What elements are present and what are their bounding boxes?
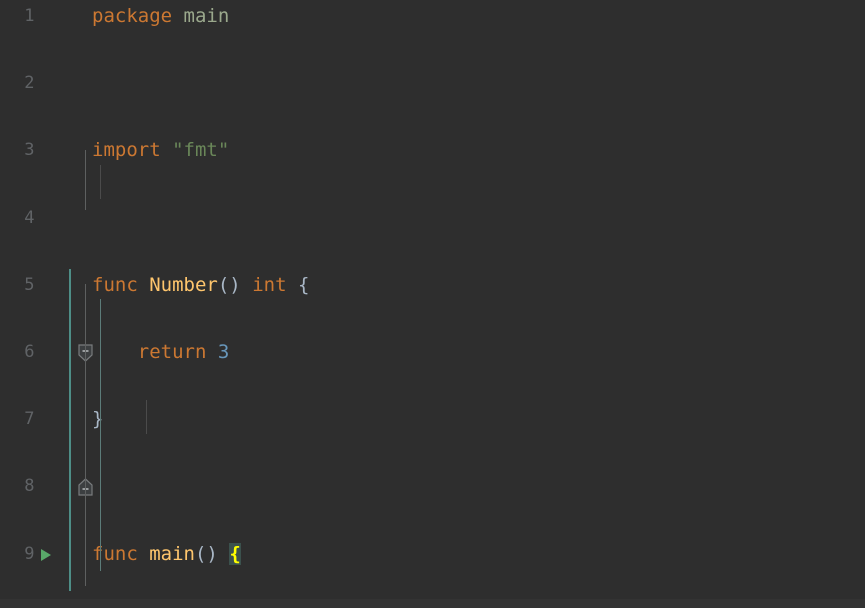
token-brace: }	[92, 408, 104, 431]
editor-line-row[interactable]: 5 func Number() int {	[0, 269, 865, 362]
token-parens: ()	[217, 273, 241, 296]
token-number: 3	[217, 340, 230, 363]
editor-line-row[interactable]: 8	[0, 470, 865, 504]
current-block-indicator	[69, 268, 71, 591]
indent-guide	[100, 165, 101, 199]
gutter[interactable]: 4	[0, 202, 92, 236]
token-brace: {	[297, 273, 310, 296]
fold-connector-line	[85, 150, 86, 210]
code-editor[interactable]: 1 package main 2 3 import "fmt" 4 5 func…	[0, 0, 865, 608]
editor-line-row[interactable]: 9 func main() {	[0, 538, 865, 572]
token-function-name: Number	[149, 273, 218, 296]
line-number: 3	[24, 140, 35, 161]
editor-line-row[interactable]: 1 package main	[0, 0, 865, 34]
gutter[interactable]: 8	[0, 470, 92, 504]
line-number: 4	[24, 207, 35, 228]
token-keyword: import	[92, 139, 161, 162]
editor-line-row[interactable]: 4	[0, 202, 865, 236]
code-line-5: func Number() int {	[92, 269, 309, 303]
code-line-7: }	[92, 403, 103, 437]
token-keyword: func	[92, 542, 138, 565]
token-matched-brace: {	[229, 542, 241, 565]
code-line-6: return 3	[92, 336, 230, 370]
gutter[interactable]: 3	[0, 134, 92, 168]
editor-line-row[interactable]: 6 return 3	[0, 336, 865, 370]
indent-guide-active	[100, 299, 101, 571]
token-type: int	[252, 273, 287, 296]
gutter[interactable]: 1	[0, 0, 92, 34]
line-number: 8	[24, 476, 35, 497]
line-number: 7	[24, 409, 35, 430]
code-line-1: package main	[92, 0, 229, 34]
editor-bottom-strip	[0, 599, 865, 608]
token-function-name: main	[149, 542, 195, 565]
gutter[interactable]: 7	[0, 403, 93, 496]
gutter[interactable]: 2	[0, 67, 92, 101]
gutter[interactable]: 6	[0, 336, 92, 370]
code-line-3: import "fmt"	[92, 134, 229, 168]
fold-connector-line	[85, 284, 86, 586]
line-number: 6	[24, 341, 35, 362]
run-triangle-icon[interactable]	[41, 548, 51, 561]
line-number: 1	[24, 6, 35, 26]
code-line-9: func main() {	[92, 538, 241, 572]
indent-guide	[146, 400, 147, 434]
line-number: 2	[24, 73, 35, 94]
token-parens: ()	[194, 542, 218, 565]
token-keyword: func	[92, 273, 138, 296]
line-number: 5	[24, 274, 35, 295]
token-keyword: package	[92, 5, 173, 27]
gutter[interactable]: 9	[0, 538, 92, 572]
editor-line-row[interactable]: 7 }	[0, 403, 865, 496]
token-package-name: main	[183, 5, 230, 27]
token-keyword: return	[137, 340, 207, 363]
line-number: 9	[24, 543, 35, 564]
editor-line-row[interactable]: 2	[0, 67, 865, 101]
editor-line-row[interactable]: 3 import "fmt"	[0, 134, 865, 168]
gutter[interactable]: 5	[0, 269, 93, 362]
token-string: "fmt"	[172, 139, 230, 162]
